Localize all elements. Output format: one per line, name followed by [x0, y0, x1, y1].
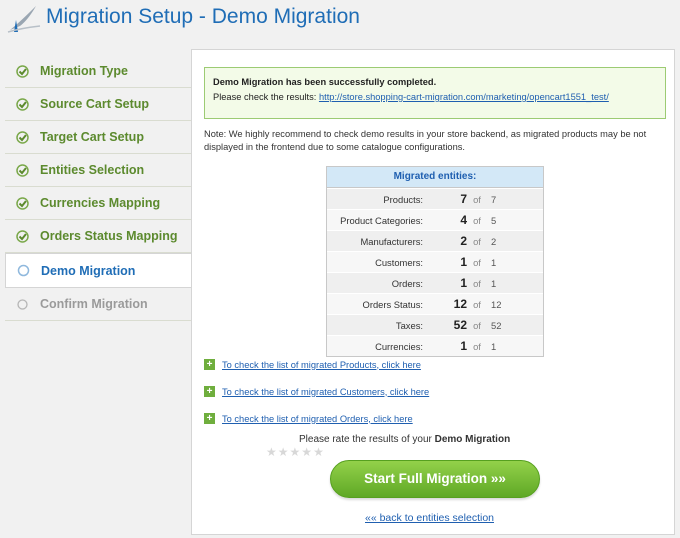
entity-done: 1	[460, 339, 467, 353]
migrated-entities-table: Migrated entities: Products: 7 of 7 Product…	[326, 166, 544, 357]
main-panel: Demo Migration has been successfully com…	[191, 49, 675, 535]
entity-total: 2	[491, 235, 497, 247]
check-icon	[15, 64, 29, 78]
star-icon[interactable]: ★	[266, 446, 277, 458]
star-icon[interactable]: ★	[290, 446, 301, 458]
check-orders-link[interactable]: To check the list of migrated Orders, cl…	[222, 414, 413, 424]
star-icon[interactable]: ★	[301, 446, 312, 458]
start-full-migration-button[interactable]: Start Full Migration »»	[330, 460, 540, 498]
entity-total: 1	[491, 340, 497, 352]
entity-name: Products:	[383, 193, 423, 205]
entity-done: 1	[460, 276, 467, 290]
step-label: Orders Status Mapping	[40, 229, 178, 243]
header: Migration Setup - Demo Migration	[0, 0, 680, 44]
entity-done: 7	[460, 192, 467, 206]
progress-circle-icon	[16, 264, 30, 278]
entity-total: 12	[491, 298, 502, 310]
empty-circle-icon	[15, 297, 29, 311]
step-label: Source Cart Setup	[40, 97, 150, 111]
step-target-cart-setup[interactable]: Target Cart Setup	[5, 121, 191, 154]
steps-sidebar: Migration Type Source Cart Setup Target …	[5, 55, 192, 321]
of-label: of	[473, 214, 481, 226]
rate-bold: Demo Migration	[434, 434, 511, 445]
of-label: of	[473, 298, 481, 310]
entity-done: 1	[460, 255, 467, 269]
table-row: Taxes: 52 of 52	[327, 314, 543, 335]
step-source-cart-setup[interactable]: Source Cart Setup	[5, 88, 191, 121]
success-check: Please check the results: http://store.s…	[213, 90, 657, 105]
step-demo-migration[interactable]: Demo Migration	[5, 253, 192, 288]
table-row: Orders: 1 of 1	[327, 272, 543, 293]
check-icon	[15, 163, 29, 177]
of-label: of	[473, 277, 481, 289]
star-icon[interactable]: ★	[278, 446, 289, 458]
table-row: Products: 7 of 7	[327, 188, 543, 209]
plus-icon[interactable]: +	[204, 386, 215, 397]
entity-name: Orders Status:	[362, 298, 423, 310]
plus-icon[interactable]: +	[204, 413, 215, 424]
entity-total: 1	[491, 277, 497, 289]
step-label: Demo Migration	[41, 263, 136, 278]
table-row: Orders Status: 12 of 12	[327, 293, 543, 314]
step-orders-status-mapping[interactable]: Orders Status Mapping	[5, 220, 191, 253]
step-label: Target Cart Setup	[40, 130, 144, 144]
entity-done: 4	[460, 213, 467, 227]
entity-name: Product Categories:	[340, 214, 423, 226]
check-icon	[15, 130, 29, 144]
entities-rows: Products: 7 of 7 Product Categories: 4 of 5 Ma…	[327, 188, 543, 356]
customers-link-row: + To check the list of migrated Customer…	[204, 386, 429, 397]
check-icon	[15, 97, 29, 111]
entity-name: Taxes:	[395, 319, 423, 331]
entity-total: 1	[491, 256, 497, 268]
table-row: Customers: 1 of 1	[327, 251, 543, 272]
step-confirm-migration[interactable]: Confirm Migration	[5, 288, 191, 321]
page-title: Migration Setup - Demo Migration	[46, 5, 360, 28]
entity-done: 12	[453, 297, 467, 311]
plus-icon[interactable]: +	[204, 359, 215, 370]
note-text: Note: We highly recommend to check demo …	[204, 129, 647, 152]
entities-table-header: Migrated entities:	[327, 167, 543, 188]
entity-done: 52	[453, 318, 467, 332]
table-row: Currencies: 1 of 1	[327, 335, 543, 356]
of-label: of	[473, 319, 481, 331]
entity-total: 7	[491, 193, 497, 205]
success-check-text: Please check the results:	[213, 92, 319, 102]
entity-total: 52	[491, 319, 502, 331]
of-label: of	[473, 235, 481, 247]
rate-text: Please rate the results of your	[299, 434, 435, 445]
logo-icon	[7, 6, 41, 33]
success-message: Demo Migration has been successfully com…	[204, 67, 666, 119]
products-link-row: + To check the list of migrated Products…	[204, 359, 421, 370]
check-customers-link[interactable]: To check the list of migrated Customers,…	[222, 387, 429, 397]
step-entities-selection[interactable]: Entities Selection	[5, 154, 191, 187]
check-icon	[15, 229, 29, 243]
step-migration-type[interactable]: Migration Type	[5, 55, 191, 88]
entity-name: Customers:	[375, 256, 423, 268]
table-row: Product Categories: 4 of 5	[327, 209, 543, 230]
step-currencies-mapping[interactable]: Currencies Mapping	[5, 187, 191, 220]
entity-name: Orders:	[391, 277, 423, 289]
success-title: Demo Migration has been successfully com…	[213, 77, 437, 87]
step-label: Entities Selection	[40, 163, 145, 177]
table-row: Manufacturers: 2 of 2	[327, 230, 543, 251]
entity-name: Manufacturers:	[360, 235, 423, 247]
of-label: of	[473, 256, 481, 268]
rate-prompt: Please rate the results of your Demo Mig…	[299, 434, 510, 445]
check-icon	[15, 196, 29, 210]
star-icon[interactable]: ★	[313, 446, 324, 458]
entity-total: 5	[491, 214, 497, 226]
entity-name: Currencies:	[375, 340, 423, 352]
entity-done: 2	[460, 234, 467, 248]
step-label: Currencies Mapping	[40, 196, 161, 210]
orders-link-row: + To check the list of migrated Orders, …	[204, 413, 413, 424]
demo-store-link[interactable]: http://store.shopping-cart-migration.com…	[319, 92, 609, 102]
back-to-entities-link[interactable]: «« back to entities selection	[365, 512, 494, 524]
of-label: of	[473, 340, 481, 352]
of-label: of	[473, 193, 481, 205]
step-label: Confirm Migration	[40, 297, 148, 311]
rating-stars: ★ ★ ★ ★ ★	[266, 446, 324, 458]
check-products-link[interactable]: To check the list of migrated Products, …	[222, 360, 421, 370]
step-label: Migration Type	[40, 64, 128, 78]
